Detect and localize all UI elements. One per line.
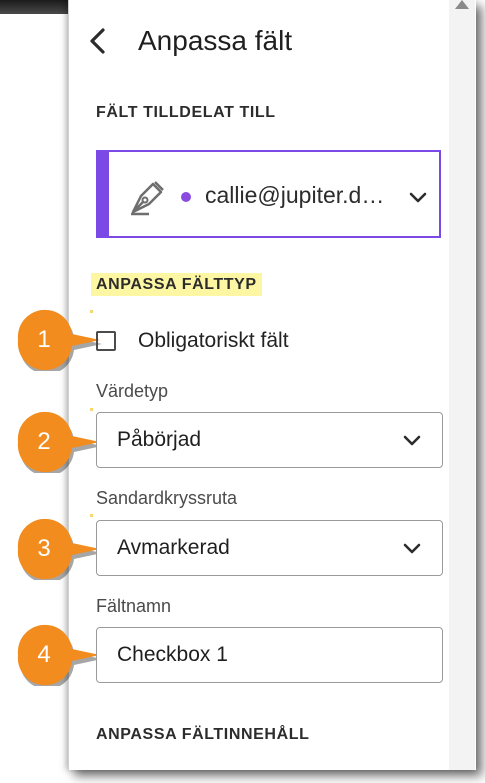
customize-type-heading-text: ANPASSA FÄLTTYP xyxy=(91,273,262,296)
callout-number: 4 xyxy=(37,641,51,668)
callout-1: 1 xyxy=(14,309,104,375)
customize-type-heading: ANPASSA FÄLTTYP xyxy=(91,273,262,296)
field-name-label: Fältnamn xyxy=(96,596,172,616)
field-name-value: Checkbox 1 xyxy=(117,643,228,666)
scrollbar[interactable] xyxy=(449,0,475,770)
value-type-label: Värdetyp xyxy=(96,381,169,401)
back-button[interactable] xyxy=(86,24,110,58)
callout-number: 2 xyxy=(37,428,51,455)
callout-2: 2 xyxy=(14,411,104,477)
chevron-down-icon xyxy=(409,192,427,203)
pen-icon xyxy=(131,181,164,216)
scroll-up-arrow-icon[interactable] xyxy=(455,0,469,9)
chevron-left-icon xyxy=(90,28,105,54)
callout-4: 4 xyxy=(14,624,104,690)
chevron-down-icon xyxy=(403,543,421,554)
value-type-value: Påbörjad xyxy=(117,428,202,451)
assignee-email: callie@jupiter.d… xyxy=(205,182,385,208)
callout-number: 3 xyxy=(37,535,51,562)
callout-3: 3 xyxy=(14,518,104,584)
callout-number: 1 xyxy=(37,326,51,353)
assigned-to-heading: FÄLT TILLDELAT TILL xyxy=(96,104,276,121)
chevron-down-icon xyxy=(403,435,421,446)
field-name-input[interactable]: Checkbox 1 xyxy=(96,627,443,683)
default-checkbox-select[interactable]: Avmarkerad xyxy=(96,520,443,576)
required-checkbox[interactable] xyxy=(96,331,116,351)
status-dot xyxy=(181,192,191,202)
page-title: Anpassa fält xyxy=(138,25,293,56)
marker-dot xyxy=(90,514,93,517)
default-checkbox-label: Sandardkryssruta xyxy=(96,488,238,508)
required-field-row: Obligatoriskt fält xyxy=(96,326,289,356)
default-checkbox-value: Avmarkerad xyxy=(117,536,230,559)
required-checkbox-label: Obligatoriskt fält xyxy=(138,329,289,352)
window-edge xyxy=(0,0,70,14)
customize-content-heading[interactable]: ANPASSA FÄLTINNEHÅLL xyxy=(96,726,309,744)
assignee-dropdown[interactable]: callie@jupiter.d… xyxy=(96,150,441,238)
value-type-select[interactable]: Påbörjad xyxy=(96,412,443,468)
